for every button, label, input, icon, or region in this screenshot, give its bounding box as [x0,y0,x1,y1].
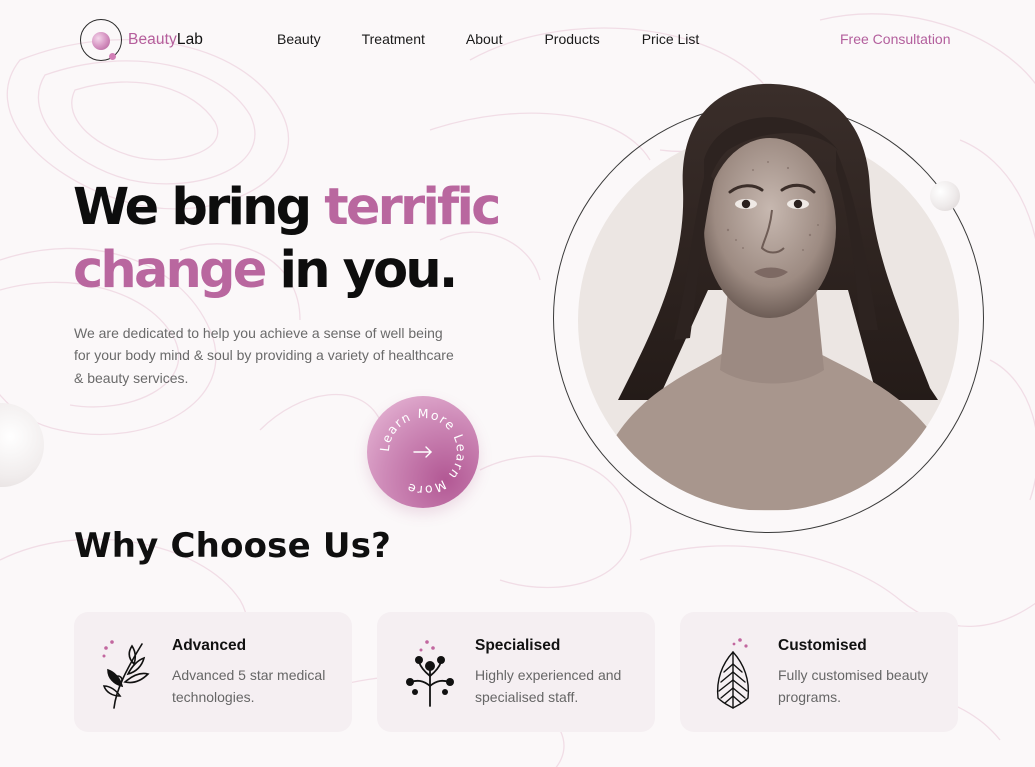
hero-title-dark-1: We bring [73,178,325,237]
hero-title-dark-2: in you. [264,241,459,300]
decorative-sphere [0,403,44,487]
hero-title-accent-1: terrific [324,178,501,237]
why-choose-us-title: Why Choose Us? [74,526,392,566]
nav-item-beauty[interactable]: Beauty [277,31,321,47]
portrait-photo [578,83,959,510]
logo-icon [80,19,122,61]
feature-card-title: Specialised [475,637,561,654]
site-header: BeautyLab Beauty Treatment About Product… [0,0,1035,80]
hero-description: We are dedicated to help you achieve a s… [74,325,454,386]
main-nav: Beauty Treatment About Products Price Li… [277,31,699,47]
decorative-sphere-small [930,181,960,211]
feature-card-title: Advanced [172,637,247,654]
feature-card-text: Fully customised beauty programs. [778,667,929,706]
feature-card-advanced: Advanced Advanced 5 star medical technol… [74,612,352,732]
feature-card-text: Advanced 5 star medical technologies. [172,667,326,706]
logo-brand-accent: Beauty [128,31,177,48]
nav-item-about[interactable]: About [466,31,503,47]
free-consultation-link[interactable]: Free Consultation [840,31,951,47]
logo-text: BeautyLab [128,31,203,49]
feature-card-text: Highly experienced and specialised staff… [475,667,622,706]
leafy-branch-icon [102,640,150,709]
feature-card-customised: Customised Fully customised beauty progr… [680,612,958,732]
berry-sprig-icon [406,640,454,707]
feature-card-title: Customised [778,637,867,654]
hero-title: We bring terrific change in you. [73,176,533,302]
nav-item-treatment[interactable]: Treatment [362,31,425,47]
hero-title-accent-2: change [73,241,267,300]
fern-leaf-icon [716,638,750,709]
logo[interactable]: BeautyLab [80,19,203,61]
nav-item-products[interactable]: Products [544,31,599,47]
feature-card-specialised: Specialised Highly experienced and speci… [377,612,655,732]
logo-brand-rest: Lab [176,31,204,48]
arrow-right-icon [413,446,432,458]
learn-more-button[interactable]: Learn More Learn More [367,396,479,508]
nav-item-price-list[interactable]: Price List [642,31,700,47]
learn-more-ring: Learn More Learn More [377,406,468,498]
